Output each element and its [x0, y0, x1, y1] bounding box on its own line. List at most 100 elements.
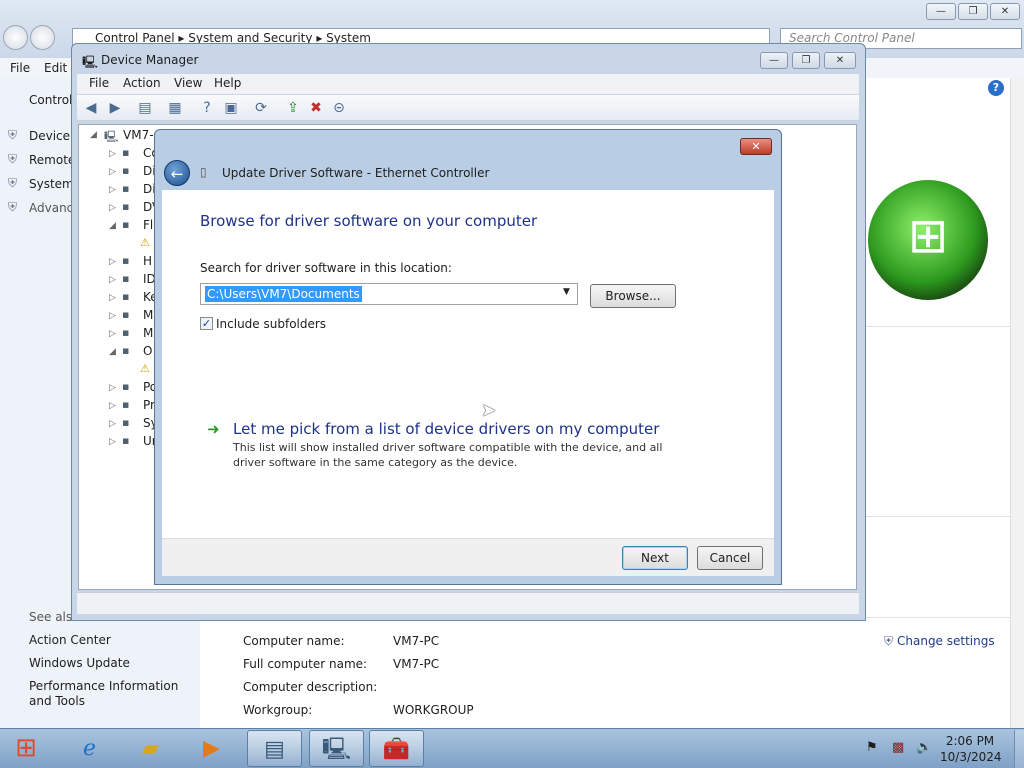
- expand-icon[interactable]: ▷: [109, 203, 116, 213]
- collapse-icon[interactable]: ◢: [109, 347, 116, 357]
- tree-root[interactable]: VM7-: [123, 128, 154, 142]
- back-button[interactable]: [3, 25, 28, 50]
- clock-date: 10/3/2024: [940, 750, 1002, 764]
- dialog-close-button[interactable]: ✕: [740, 138, 772, 155]
- expand-icon[interactable]: ▷: [109, 167, 116, 177]
- list-icon[interactable]: ▦: [166, 99, 184, 117]
- expand-icon[interactable]: ▷: [109, 275, 116, 285]
- back-arrow-icon[interactable]: ←: [164, 160, 190, 186]
- taskbar-clock[interactable]: 2:06 PM 10/3/2024: [940, 733, 1002, 765]
- forward-button[interactable]: [30, 25, 55, 50]
- search-location-label: Search for driver software in this locat…: [200, 261, 452, 275]
- collapse-icon[interactable]: ◢: [109, 221, 116, 231]
- tree-item[interactable]: Fl: [143, 218, 153, 232]
- expand-icon[interactable]: ▷: [109, 401, 116, 411]
- tree-item[interactable]: H: [143, 254, 152, 268]
- collapse-icon[interactable]: ◢: [90, 130, 97, 140]
- path-input-value[interactable]: C:\Users\VM7\Documents: [205, 286, 362, 302]
- action-center-flag-icon[interactable]: ⚑: [866, 740, 878, 755]
- back-arrow-icon[interactable]: ◀: [82, 99, 100, 117]
- tree-item[interactable]: M: [143, 326, 153, 340]
- dm-menu-view[interactable]: View: [174, 76, 202, 90]
- help-icon[interactable]: ?: [198, 99, 216, 117]
- link-action-center[interactable]: Action Center: [29, 633, 111, 647]
- next-button[interactable]: Next: [622, 546, 688, 570]
- show-desktop-button[interactable]: [1014, 730, 1024, 768]
- windows-start-icon: ⊞: [15, 733, 37, 763]
- dm-menu-file[interactable]: File: [89, 76, 109, 90]
- expand-icon[interactable]: ▷: [109, 329, 116, 339]
- include-subfolders-label[interactable]: Include subfolders: [216, 317, 326, 331]
- menu-file[interactable]: File: [10, 61, 30, 75]
- nav-advanced[interactable]: Advanc: [29, 201, 73, 215]
- device-manager-title: Device Manager: [101, 53, 199, 67]
- device-category-icon: ▪: [122, 434, 130, 447]
- volume-muted-icon[interactable]: 🔈: [916, 740, 932, 755]
- nav-remote[interactable]: Remote: [29, 153, 75, 167]
- divider: [865, 617, 1010, 618]
- link-performance-info[interactable]: Performance Information and Tools: [29, 679, 199, 709]
- tree-item[interactable]: O: [143, 344, 152, 358]
- divider: [865, 326, 1010, 327]
- dm-menu-action[interactable]: Action: [123, 76, 161, 90]
- device-category-icon: ▪: [122, 326, 130, 339]
- dm-menu-help[interactable]: Help: [214, 76, 241, 90]
- vertical-scrollbar[interactable]: [1010, 78, 1024, 728]
- pick-from-list-description: This list will show installed driver sof…: [233, 441, 663, 469]
- dialog-title: Update Driver Software - Ethernet Contro…: [222, 166, 490, 180]
- taskbar-device-manager[interactable]: 🖳: [309, 730, 364, 767]
- taskbar-control-panel[interactable]: ▤: [247, 730, 302, 767]
- expand-icon[interactable]: ▷: [109, 293, 116, 303]
- help-icon[interactable]: ?: [988, 80, 1004, 96]
- device-category-icon: ▪: [122, 290, 130, 303]
- expand-icon[interactable]: ▷: [109, 437, 116, 447]
- forward-arrow-icon[interactable]: ▶: [106, 99, 124, 117]
- dialog-heading: Browse for driver software on your compu…: [200, 212, 538, 230]
- dialog-body: [162, 190, 774, 538]
- expand-icon[interactable]: ▷: [109, 149, 116, 159]
- change-settings-link[interactable]: Change settings: [897, 634, 995, 648]
- dm-close-button[interactable]: ✕: [824, 52, 856, 69]
- expand-icon[interactable]: ▷: [109, 383, 116, 393]
- cancel-button[interactable]: Cancel: [697, 546, 763, 570]
- green-arrow-icon: ➜: [207, 420, 220, 438]
- include-subfolders-checkbox[interactable]: ✓: [200, 317, 213, 330]
- control-panel-home-link[interactable]: Control: [29, 93, 72, 107]
- disable-icon[interactable]: ⊝: [330, 99, 348, 117]
- start-button[interactable]: ⊞: [6, 730, 46, 767]
- nav-system-protection[interactable]: System: [29, 177, 74, 191]
- view-icon[interactable]: ▣: [222, 99, 240, 117]
- network-icon[interactable]: ▩: [892, 740, 904, 755]
- expand-icon[interactable]: ▷: [109, 311, 116, 321]
- info-label: Workgroup:: [243, 703, 313, 717]
- uninstall-icon[interactable]: ✖: [307, 99, 325, 117]
- link-windows-update[interactable]: Windows Update: [29, 656, 130, 670]
- dm-maximize-button[interactable]: ❐: [792, 52, 820, 69]
- internet-explorer-icon[interactable]: ℯ: [62, 730, 117, 767]
- menu-edit[interactable]: Edit: [44, 61, 67, 75]
- shield-icon: ⛨: [8, 128, 18, 142]
- scan-hardware-icon[interactable]: ⟳: [252, 99, 270, 117]
- taskbar-toolbox[interactable]: 🧰: [369, 730, 424, 767]
- expand-icon[interactable]: ▷: [109, 257, 116, 267]
- device-category-icon: ▪: [122, 416, 130, 429]
- info-value: VM7-PC: [393, 657, 440, 671]
- expand-icon[interactable]: ▷: [109, 419, 116, 429]
- chevron-down-icon[interactable]: ▼: [563, 287, 570, 297]
- file-explorer-icon[interactable]: ▰: [123, 730, 178, 767]
- media-player-icon[interactable]: ▶: [184, 730, 239, 767]
- close-button[interactable]: ✕: [990, 3, 1020, 20]
- expand-icon[interactable]: ▷: [109, 185, 116, 195]
- warning-device-icon: ⚠: [140, 236, 150, 249]
- browse-button[interactable]: Browse...: [590, 284, 676, 308]
- dm-statusbar: [77, 592, 859, 614]
- tree-item[interactable]: M: [143, 308, 153, 322]
- pick-from-list-link[interactable]: Let me pick from a list of device driver…: [233, 420, 659, 438]
- minimize-button[interactable]: —: [926, 3, 956, 20]
- update-driver-icon[interactable]: ⇪: [284, 99, 302, 117]
- properties-icon[interactable]: ▤: [136, 99, 154, 117]
- device-manager-icon: 🖳: [82, 55, 99, 69]
- device-category-icon: ▪: [122, 308, 130, 321]
- dm-minimize-button[interactable]: —: [760, 52, 788, 69]
- maximize-button[interactable]: ❐: [958, 3, 988, 20]
